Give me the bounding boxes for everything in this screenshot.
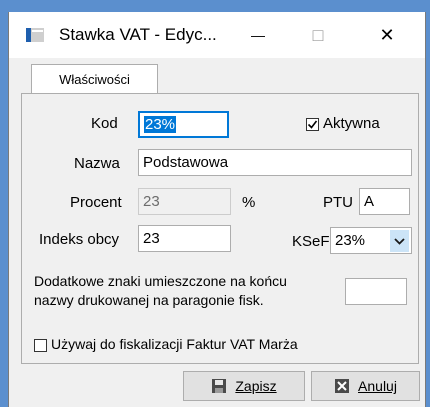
kod-input[interactable]: 23% — [138, 111, 229, 138]
aktywna-checkbox[interactable] — [306, 118, 319, 131]
save-button[interactable]: Zapisz — [183, 371, 305, 401]
title-bar[interactable]: Stawka VAT - Edyc... — □ ✕ — [9, 12, 425, 58]
chevron-down-icon — [394, 237, 405, 245]
procent-unit: % — [242, 194, 256, 211]
tab-label: Właściwości — [59, 72, 130, 87]
cancel-button[interactable]: Anuluj — [311, 371, 420, 401]
tab-wlasciwosci[interactable]: Właściwości — [31, 64, 158, 94]
kod-label: Kod — [91, 115, 118, 132]
marza-checkbox[interactable] — [34, 339, 47, 352]
ksef-value: 23% — [335, 232, 366, 249]
cancel-button-label: Anuluj — [358, 378, 397, 394]
procent-input[interactable]: 23 — [138, 188, 231, 215]
aktywna-label: Aktywna — [323, 115, 380, 132]
ptu-input[interactable]: A — [359, 188, 410, 215]
ksef-dropdown-button[interactable] — [390, 230, 409, 252]
ptu-label: PTU — [323, 194, 353, 211]
floppy-disk-icon — [212, 379, 227, 393]
window-title: Stawka VAT - Edyc... — [59, 25, 217, 44]
ksef-label: KSeF — [292, 233, 330, 250]
indeks-obcy-label: Indeks obcy — [39, 231, 120, 248]
checkmark-icon — [307, 120, 318, 129]
window-left-border — [0, 0, 8, 407]
cancel-x-icon — [335, 379, 350, 393]
kod-value: 23% — [144, 116, 177, 133]
minimize-icon: — — [251, 27, 265, 43]
indeks-obcy-input[interactable]: 23 — [138, 225, 231, 252]
close-button[interactable]: ✕ — [364, 20, 410, 50]
dodatkowe-znaki-label-line1: Dodatkowe znaki umieszczone na końcu — [34, 273, 287, 289]
dialog-window: Stawka VAT - Edyc... — □ ✕ Właściwości K… — [8, 12, 426, 407]
ptu-value: A — [364, 193, 375, 210]
maximize-button[interactable]: □ — [295, 20, 341, 50]
minimize-button[interactable]: — — [235, 20, 281, 50]
save-button-label: Zapisz — [235, 378, 277, 394]
procent-value: 23 — [143, 193, 160, 210]
nazwa-label: Nazwa — [74, 155, 120, 172]
marza-label: Używaj do fiskalizacji Faktur VAT Marża — [51, 336, 298, 352]
nazwa-input[interactable]: Podstawowa — [138, 149, 412, 176]
indeks-obcy-value: 23 — [143, 230, 160, 247]
dodatkowe-znaki-input[interactable] — [345, 278, 407, 305]
maximize-icon: □ — [312, 24, 324, 45]
app-window-icon — [26, 28, 44, 42]
ksef-select[interactable]: 23% — [330, 227, 412, 254]
window-top-border — [0, 0, 430, 12]
nazwa-value: Podstawowa — [143, 154, 229, 171]
close-icon: ✕ — [379, 24, 395, 45]
procent-label: Procent — [70, 194, 122, 211]
dodatkowe-znaki-label-line2: nazwy drukowanej na paragonie fisk. — [34, 292, 264, 308]
